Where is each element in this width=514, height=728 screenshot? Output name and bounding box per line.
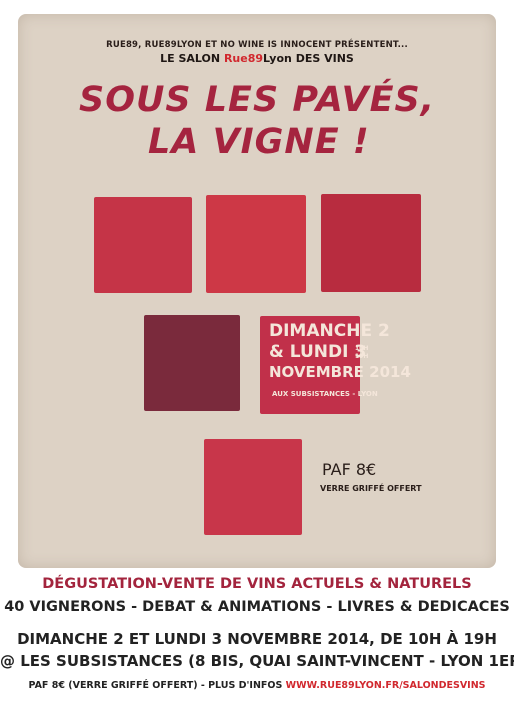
footer-url-link[interactable]: WWW.RUE89LYON.FR/SALONDESVINS	[286, 680, 486, 691]
price-paf: PAF 8€	[322, 460, 377, 479]
hours-start: 10H	[355, 345, 369, 352]
footer-line1: DÉGUSTATION-VENTE DE VINS ACTUELS & NATU…	[42, 576, 472, 592]
wine-square-1	[94, 197, 192, 293]
footer-line2: 40 VIGNERONS - DEBAT & ANIMATIONS - LIVR…	[4, 599, 510, 615]
footer-line3: DIMANCHE 2 ET LUNDI 3 NOVEMBRE 2014, DE …	[17, 630, 497, 648]
date-line1: DIMANCHE 2	[269, 321, 390, 341]
salon-title: LE SALON Rue89Lyon DES VINS	[18, 52, 496, 65]
main-title-line2: LA VIGNE !	[148, 122, 370, 162]
footer-line5: PAF 8€ (VERRE GRIFFÉ OFFERT) - PLUS D'IN…	[0, 680, 514, 691]
wine-square-3	[321, 194, 421, 292]
brand-logo: Rue89	[223, 52, 264, 65]
wine-square-2	[206, 195, 306, 293]
main-title-line1: SOUS LES PAVÉS,	[78, 80, 436, 120]
date-line2: & LUNDI 3	[269, 342, 367, 362]
date-line4: AUX SUBSISTANCES - LYON	[272, 390, 378, 398]
hours-end: 19H	[355, 353, 369, 360]
date-line3: NOVEMBRE 2014	[269, 363, 411, 381]
brand-logo-suffix: Lyon	[263, 52, 292, 65]
price-verre: VERRE GRIFFÉ OFFERT	[320, 484, 422, 493]
footer-info-text: PAF 8€ (VERRE GRIFFÉ OFFERT) - PLUS D'IN…	[28, 680, 283, 691]
poster-card: RUE89, RUE89LYON ET NO WINE IS INNOCENT …	[18, 14, 496, 568]
date-hours: 10H 19H	[355, 345, 368, 361]
salon-prefix: LE SALON	[160, 52, 221, 65]
presenters-line: RUE89, RUE89LYON ET NO WINE IS INNOCENT …	[106, 40, 408, 50]
footer-line4: @ LES SUBSISTANCES (8 BIS, QUAI SAINT-VI…	[0, 652, 514, 670]
wine-square-6	[204, 439, 302, 535]
salon-suffix: DES VINS	[295, 52, 354, 65]
wine-square-4	[144, 315, 240, 411]
